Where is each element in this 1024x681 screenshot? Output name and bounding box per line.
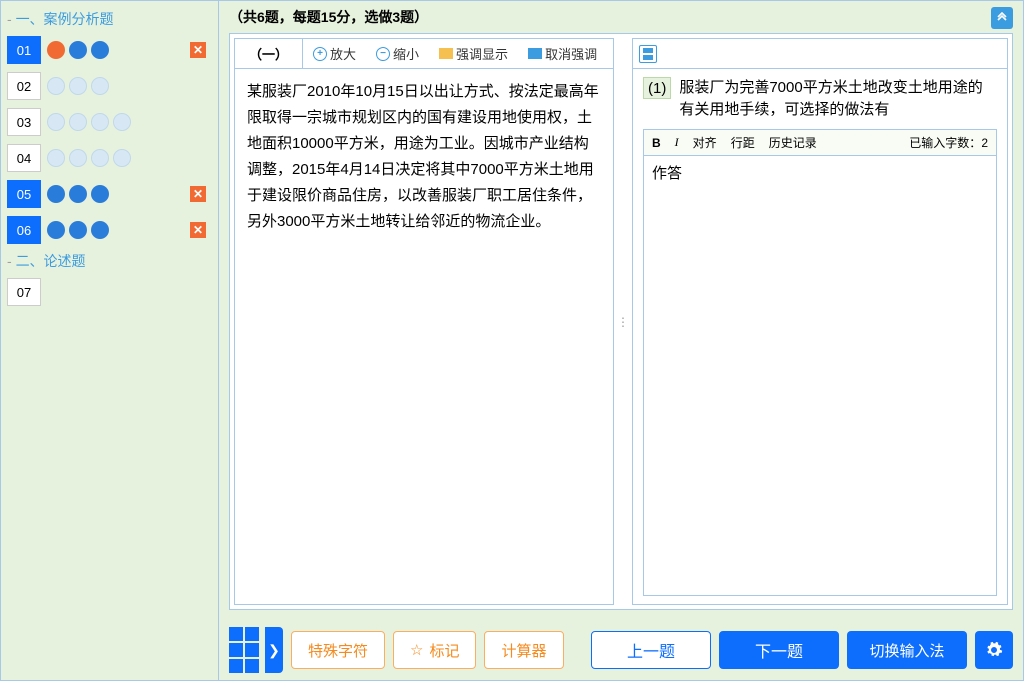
split-view-icon[interactable] (639, 45, 657, 63)
question-row: 03 (7, 107, 212, 137)
status-dot (69, 221, 87, 239)
status-dot (69, 41, 87, 59)
status-dot (91, 221, 109, 239)
passage-label: （一） (235, 39, 303, 68)
status-dots (47, 221, 109, 239)
status-dot (47, 41, 65, 59)
next-button[interactable]: 下一题 (719, 631, 839, 669)
chevron-up-icon (996, 12, 1008, 24)
status-dots (47, 77, 109, 95)
settings-button[interactable] (975, 631, 1013, 669)
header-info: （共6题，每题15分，选做3题） (229, 9, 428, 25)
history-button[interactable]: 历史记录 (769, 134, 817, 151)
question-number[interactable]: 04 (7, 144, 41, 172)
calculator-button[interactable]: 计算器 (484, 631, 563, 669)
prev-button[interactable]: 上一题 (591, 631, 711, 669)
status-dot (47, 149, 65, 167)
status-dot (69, 113, 87, 131)
question-number[interactable]: 07 (7, 278, 41, 306)
expand-arrow[interactable]: ❯ (265, 627, 283, 673)
bold-button[interactable]: B (652, 136, 661, 150)
status-dot (69, 185, 87, 203)
header-bar: （共6题，每题15分，选做3题） (219, 1, 1023, 33)
editor-toolbar: B I 对齐 行距 历史记录 已输入字数：2 (644, 130, 996, 156)
highlight-button[interactable]: 强调显示 (429, 39, 518, 68)
status-dots (47, 185, 109, 203)
status-dot (47, 185, 65, 203)
passage-text: 某服装厂2010年10月15日以出让方式、按法定最高年限取得一宗城市规划区内的国… (235, 69, 613, 604)
footer: ❯ 特殊字符 ☆标记 计算器 上一题 下一题 切换输入法 (219, 620, 1023, 680)
question-row: 02 (7, 71, 212, 101)
status-dot (47, 113, 65, 131)
question-toolbar (633, 39, 1007, 69)
mark-button[interactable]: ☆标记 (393, 631, 476, 669)
status-dot (113, 113, 131, 131)
status-dot (113, 149, 131, 167)
zoom-in-button[interactable]: +放大 (303, 39, 366, 68)
status-dot (91, 185, 109, 203)
sidebar: 一、案例分析题 01 ✕ 02 03 04 05 ✕ 06 ✕ 二、论述题 07 (1, 1, 218, 680)
question-row: 07 (7, 277, 212, 307)
question-body: (1) 服装厂为完善7000平方米土地改变土地用途的有关用地手续，可选择的做法有… (633, 69, 1007, 604)
question-row: 06 ✕ (7, 215, 212, 245)
status-dot (91, 149, 109, 167)
status-dot (47, 221, 65, 239)
ime-button[interactable]: 切换输入法 (847, 631, 967, 669)
status-dot (91, 113, 109, 131)
question-index: (1) (643, 77, 671, 99)
question-row: 04 (7, 143, 212, 173)
status-dots (47, 113, 131, 131)
section-1-title: 一、案例分析题 (7, 9, 212, 29)
gear-icon (985, 641, 1003, 659)
section-2-title: 二、论述题 (7, 251, 212, 271)
question-number[interactable]: 06 (7, 216, 41, 244)
star-icon: ☆ (410, 641, 423, 659)
unhighlight-icon (528, 48, 542, 59)
unhighlight-button[interactable]: 取消强调 (518, 39, 607, 68)
passage-toolbar: （一） +放大 −缩小 强调显示 取消强调 (235, 39, 613, 69)
close-icon[interactable]: ✕ (190, 222, 206, 238)
question-number[interactable]: 01 (7, 36, 41, 64)
lineheight-button[interactable]: 行距 (731, 134, 755, 151)
highlight-icon (439, 48, 453, 59)
italic-button[interactable]: I (675, 135, 679, 150)
status-dot (91, 41, 109, 59)
question-number[interactable]: 03 (7, 108, 41, 136)
minus-icon: − (376, 47, 390, 61)
status-dot (69, 149, 87, 167)
question-text: 服装厂为完善7000平方米土地改变土地用途的有关用地手续，可选择的做法有 (679, 77, 997, 121)
align-button[interactable]: 对齐 (693, 134, 717, 151)
question-row: 05 ✕ (7, 179, 212, 209)
question-row: 01 ✕ (7, 35, 212, 65)
status-dots (47, 149, 131, 167)
question-column: (1) 服装厂为完善7000平方米土地改变土地用途的有关用地手续，可选择的做法有… (632, 38, 1008, 605)
main-area: （共6题，每题15分，选做3题） （一） +放大 −缩小 强调显示 取消强调 某… (218, 1, 1023, 680)
passage-column: （一） +放大 −缩小 强调显示 取消强调 某服装厂2010年10月15日以出让… (234, 38, 614, 605)
content-area: （一） +放大 −缩小 强调显示 取消强调 某服装厂2010年10月15日以出让… (229, 33, 1013, 610)
zoom-out-button[interactable]: −缩小 (366, 39, 429, 68)
plus-icon: + (313, 47, 327, 61)
status-dot (47, 77, 65, 95)
status-dots (47, 41, 109, 59)
close-icon[interactable]: ✕ (190, 42, 206, 58)
collapse-button[interactable] (991, 7, 1013, 29)
special-chars-button[interactable]: 特殊字符 (291, 631, 385, 669)
status-dot (69, 77, 87, 95)
close-icon[interactable]: ✕ (190, 186, 206, 202)
question-number[interactable]: 02 (7, 72, 41, 100)
question-number[interactable]: 05 (7, 180, 41, 208)
status-dot (91, 77, 109, 95)
grid-icon[interactable] (229, 627, 259, 673)
char-count: 已输入字数：2 (909, 134, 988, 151)
column-resizer[interactable]: ⋮ (614, 38, 632, 605)
answer-editor: B I 对齐 行距 历史记录 已输入字数：2 作答 (643, 129, 997, 596)
editor-textarea[interactable]: 作答 (644, 156, 996, 595)
